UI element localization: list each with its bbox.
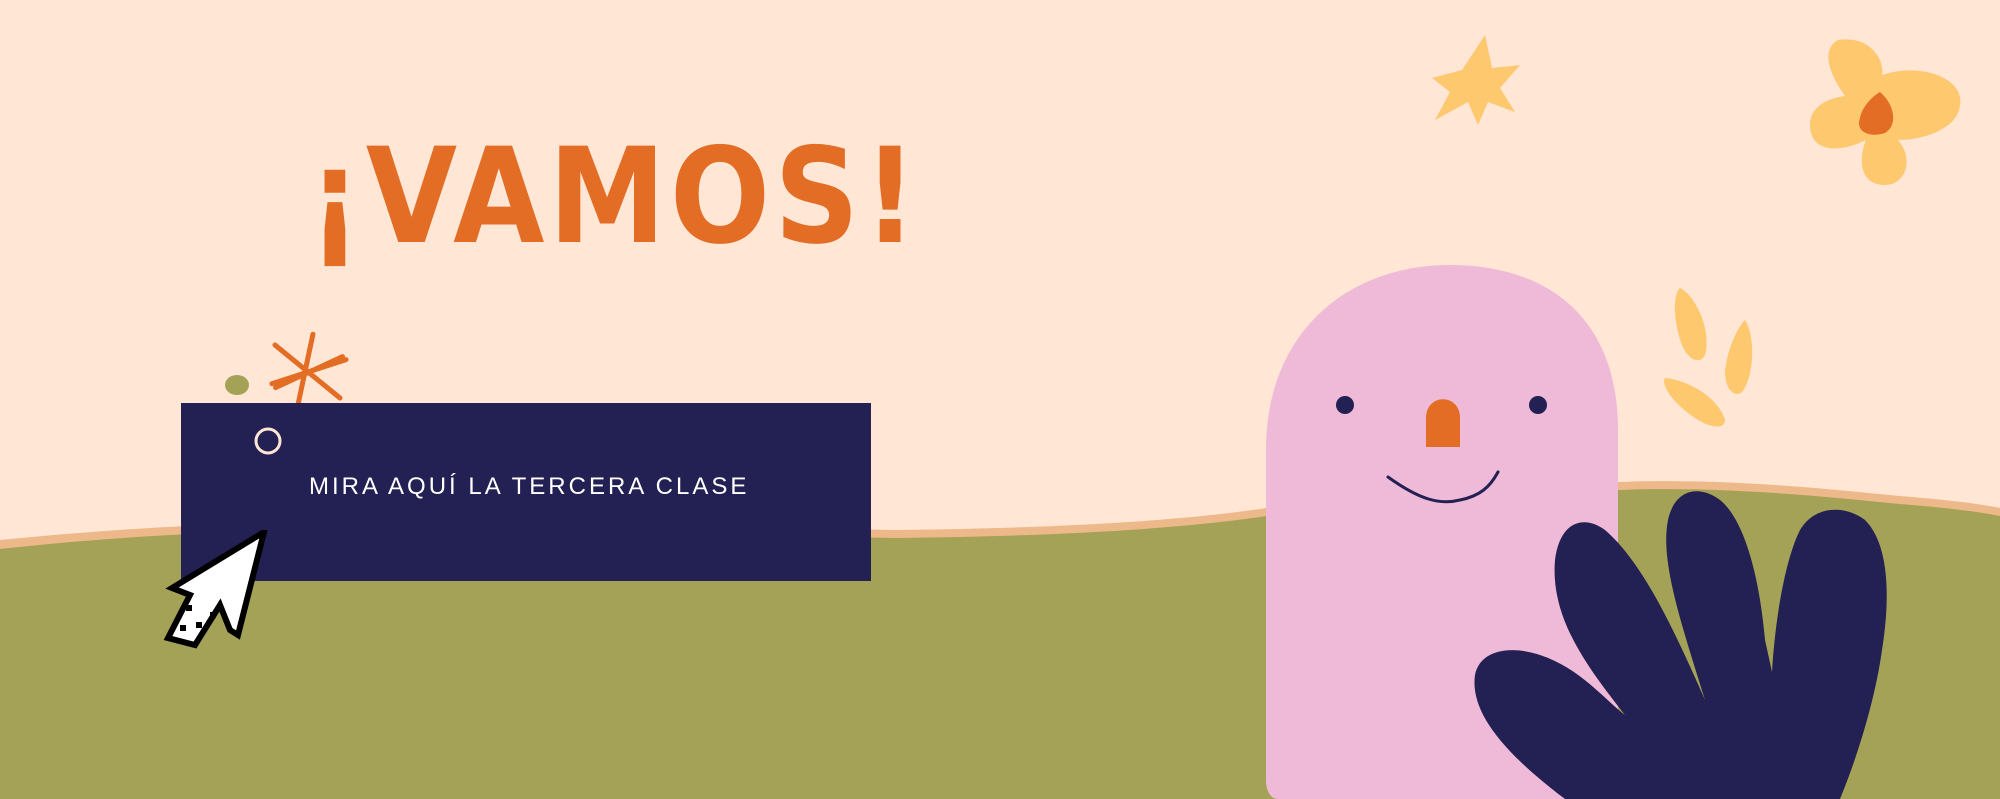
pixel-arrow-cursor-icon [163, 530, 268, 649]
flower-icon [1810, 39, 1961, 186]
leaf-icon [1664, 288, 1753, 427]
page-title: ¡VAMOS! [308, 118, 921, 274]
nose [1426, 399, 1460, 447]
ring-icon [254, 427, 282, 455]
slide: ¡VAMOS! MIRA AQUÍ LA TERCERA CLASE [0, 0, 2000, 799]
asterisk-icon [269, 331, 349, 414]
cta-label: MIRA AQUÍ LA TERCERA CLASE [309, 473, 750, 500]
left-eye [1336, 396, 1354, 414]
background-illustration [0, 35, 2000, 799]
star-icon [1432, 35, 1520, 125]
right-eye [1529, 396, 1547, 414]
green-dot [225, 375, 249, 395]
watch-class-button[interactable]: MIRA AQUÍ LA TERCERA CLASE [181, 403, 871, 581]
